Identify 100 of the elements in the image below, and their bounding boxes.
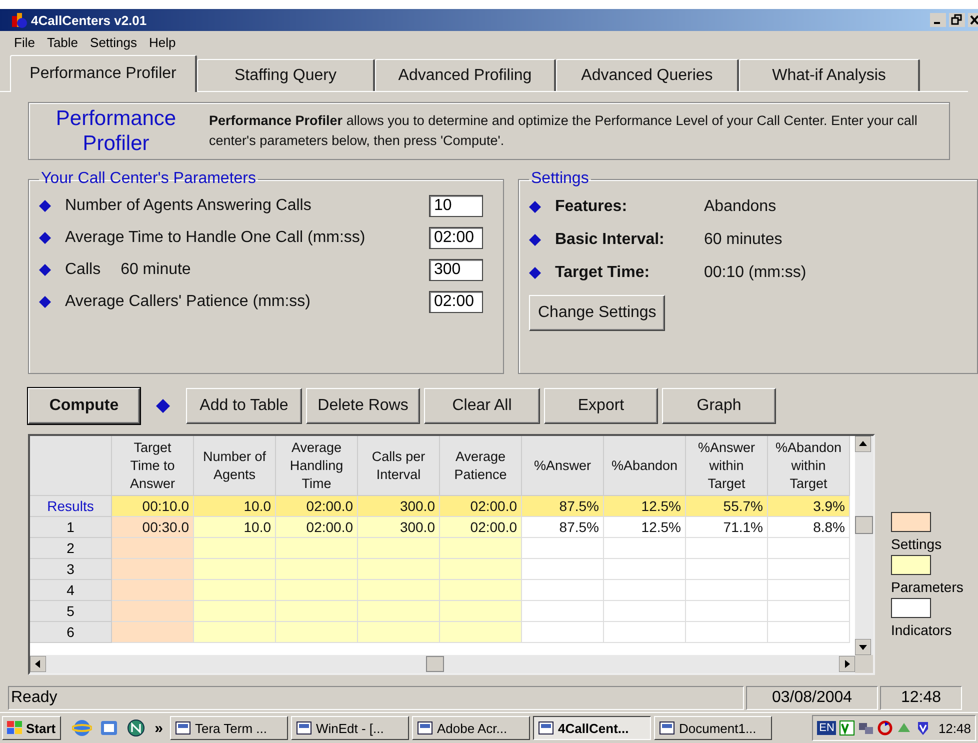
window-icon — [538, 720, 554, 736]
scroll-down-icon[interactable] — [855, 639, 871, 655]
tab[interactable]: What-if Analysis — [739, 59, 920, 91]
column-header: %Abandon within Target — [768, 436, 850, 496]
tab[interactable]: Staffing Query — [197, 59, 375, 91]
taskbar-button[interactable]: Adobe Acr... — [412, 716, 530, 740]
setting-value: 60 minutes — [704, 230, 782, 248]
close-icon[interactable] — [968, 13, 978, 27]
diamond-icon — [156, 399, 170, 413]
column-header: Number of Agents — [194, 436, 276, 496]
parameter-label: Average Time to Handle One Call (mm:ss) — [65, 229, 366, 247]
tab[interactable]: Performance Profiler — [10, 55, 197, 92]
globe-icon[interactable] — [126, 718, 146, 738]
row-header: 1 — [30, 517, 112, 538]
app-icon — [10, 11, 28, 29]
table-cell: 02:00.0 — [440, 517, 522, 538]
action-button[interactable]: Compute — [28, 388, 140, 424]
table-cell: 02:00.0 — [276, 517, 358, 538]
window-icon — [658, 720, 675, 736]
taskbar-button[interactable]: Document1... — [654, 716, 772, 740]
action-button[interactable]: Delete Rows — [306, 388, 420, 424]
setting-label: Basic Interval: — [555, 230, 666, 248]
menu-item[interactable]: File — [14, 35, 35, 55]
input-field[interactable]: 02:00 — [429, 291, 483, 313]
parameter-label: Calls — [65, 261, 101, 279]
diamond-icon — [39, 264, 51, 276]
table-cell: 02:00.0 — [440, 496, 522, 517]
language-indicator[interactable]: EN — [817, 721, 836, 735]
row-header: 3 — [30, 559, 112, 580]
group-title: Your Call Center's Parameters — [40, 170, 257, 188]
column-header: %Answer within Target — [686, 436, 768, 496]
table-cell: 55.7% — [686, 496, 768, 517]
network-icon[interactable] — [858, 720, 874, 736]
row-header: Results — [30, 496, 112, 517]
scrollbar-corner — [855, 655, 873, 673]
window-title: 4CallCenters v2.01 — [31, 12, 147, 28]
scroll-thumb[interactable] — [426, 656, 444, 672]
table-cell: 12.5% — [604, 496, 686, 517]
input-field[interactable]: 02:00 — [429, 227, 483, 249]
vertical-scrollbar[interactable] — [855, 436, 873, 673]
diamond-icon — [529, 234, 541, 246]
tab[interactable]: Advanced Profiling — [375, 59, 556, 91]
browser-icon[interactable] — [72, 718, 92, 738]
window-icon — [416, 720, 433, 736]
column-header: Average Handling Time — [276, 436, 358, 496]
taskbar-button[interactable]: WinEdt - [... — [290, 716, 409, 740]
minimize-icon[interactable] — [930, 13, 946, 27]
setting-value: 00:10 (mm:ss) — [704, 264, 806, 282]
column-header: Average Patience — [440, 436, 522, 496]
diamond-icon — [39, 296, 51, 308]
menu-item[interactable]: Help — [149, 35, 176, 55]
desktop-icon[interactable] — [98, 718, 119, 738]
table-cell: 10.0 — [194, 517, 276, 538]
input-field[interactable]: 10 — [429, 195, 483, 217]
action-button[interactable]: Export — [544, 388, 658, 424]
clock: 12:48 — [938, 720, 971, 736]
table-cell: 8.8% — [768, 517, 850, 538]
parameter-unit: 60 minute — [120, 261, 191, 279]
window-icon — [296, 720, 312, 736]
action-button[interactable]: Graph — [662, 388, 776, 424]
table-cell: 71.1% — [686, 517, 768, 538]
scroll-up-icon[interactable] — [855, 436, 871, 452]
horizontal-scrollbar[interactable] — [30, 655, 855, 673]
change-settings-button[interactable]: Change Settings — [529, 295, 666, 331]
restore-icon[interactable] — [949, 13, 965, 27]
diamond-icon — [39, 232, 51, 244]
tab[interactable]: Advanced Queries — [556, 59, 739, 91]
action-button[interactable]: Add to Table — [186, 388, 302, 424]
setting-value: Abandons — [704, 198, 776, 216]
action-button[interactable]: Clear All — [424, 388, 540, 424]
status-date: 03/08/2004 — [746, 686, 878, 710]
parameter-label: Average Callers' Patience (mm:ss) — [65, 293, 311, 311]
scroll-left-icon[interactable] — [30, 656, 46, 672]
menu-item[interactable]: Settings — [90, 35, 138, 55]
taskbar-button[interactable]: Tera Term ... — [170, 716, 288, 740]
window-icon — [174, 720, 191, 736]
taskbar-button[interactable]: 4CallCent... — [532, 716, 651, 740]
table-cell: 300.0 — [358, 517, 440, 538]
table-cell: 00:10.0 — [112, 496, 194, 517]
chevron[interactable]: » — [154, 720, 163, 736]
status-time: 12:48 — [880, 686, 962, 710]
table-cell: 00:30.0 — [112, 517, 194, 538]
diamond-icon — [39, 200, 51, 212]
table-cell: 12.5% — [604, 517, 686, 538]
legend-label: Indicators — [891, 622, 953, 638]
table-cell: 02:00.0 — [276, 496, 358, 517]
intro-text: Performance Profiler allows you to determine and optimize the Performance Level of your Call Center. Enter your call center's parameters below, then press 'Compute'. — [209, 112, 918, 150]
setting-label: Features: — [555, 198, 628, 216]
row-header: 6 — [30, 622, 112, 643]
scroll-thumb[interactable] — [855, 516, 873, 534]
page-heading: Performance Profiler — [54, 106, 178, 156]
row-header: 5 — [30, 601, 112, 622]
input-field[interactable]: 300 — [429, 259, 483, 281]
tray-icon[interactable] — [839, 720, 856, 736]
scroll-right-icon[interactable] — [839, 656, 855, 672]
sync-icon[interactable] — [877, 720, 894, 736]
column-header: Target Time to Answer — [112, 436, 194, 496]
row-header: 4 — [30, 580, 112, 601]
start-button[interactable]: Start — [2, 716, 61, 740]
menu-item[interactable]: Table — [46, 35, 78, 55]
